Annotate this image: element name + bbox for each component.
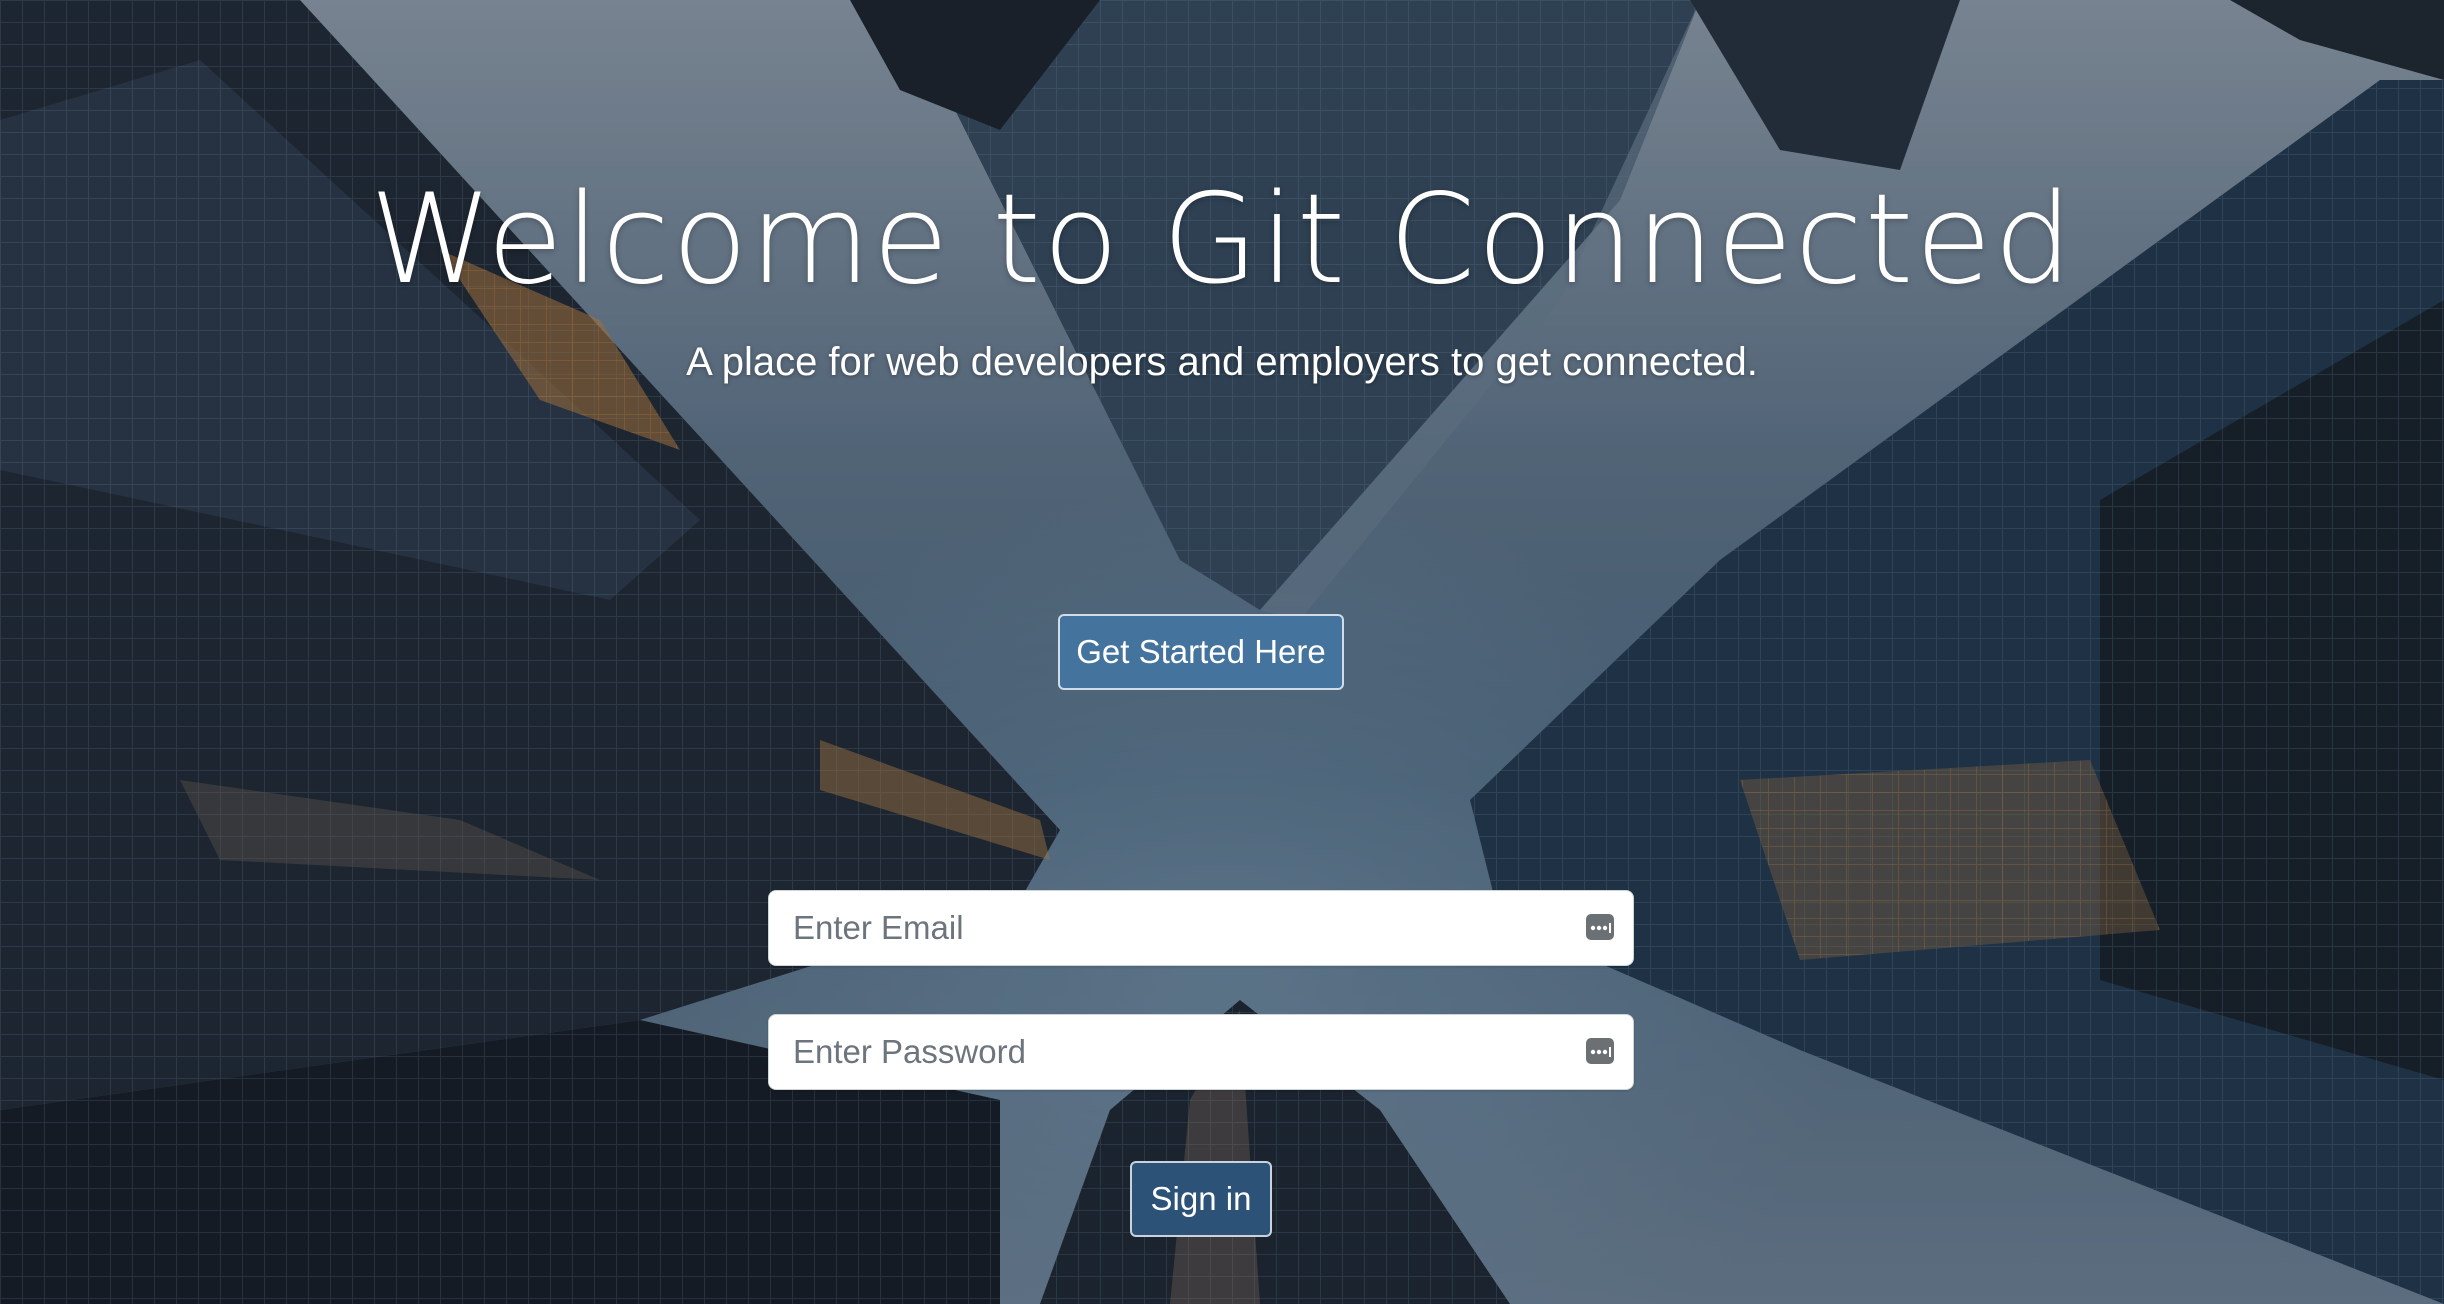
landing-page: Welcome to Git Connected A place for web… <box>0 0 2444 1304</box>
password-input[interactable] <box>793 1015 1553 1089</box>
email-field <box>768 890 1634 966</box>
password-manager-icon[interactable] <box>1585 913 1615 941</box>
get-started-button[interactable]: Get Started Here <box>1058 614 1344 690</box>
page-subtitle: A place for web developers and employers… <box>686 340 1758 384</box>
sign-in-button[interactable]: Sign in <box>1130 1161 1272 1237</box>
password-manager-icon[interactable] <box>1585 1037 1615 1065</box>
email-input[interactable] <box>793 891 1553 965</box>
page-title: Welcome to Git Connected <box>369 168 2075 312</box>
password-field <box>768 1014 1634 1090</box>
